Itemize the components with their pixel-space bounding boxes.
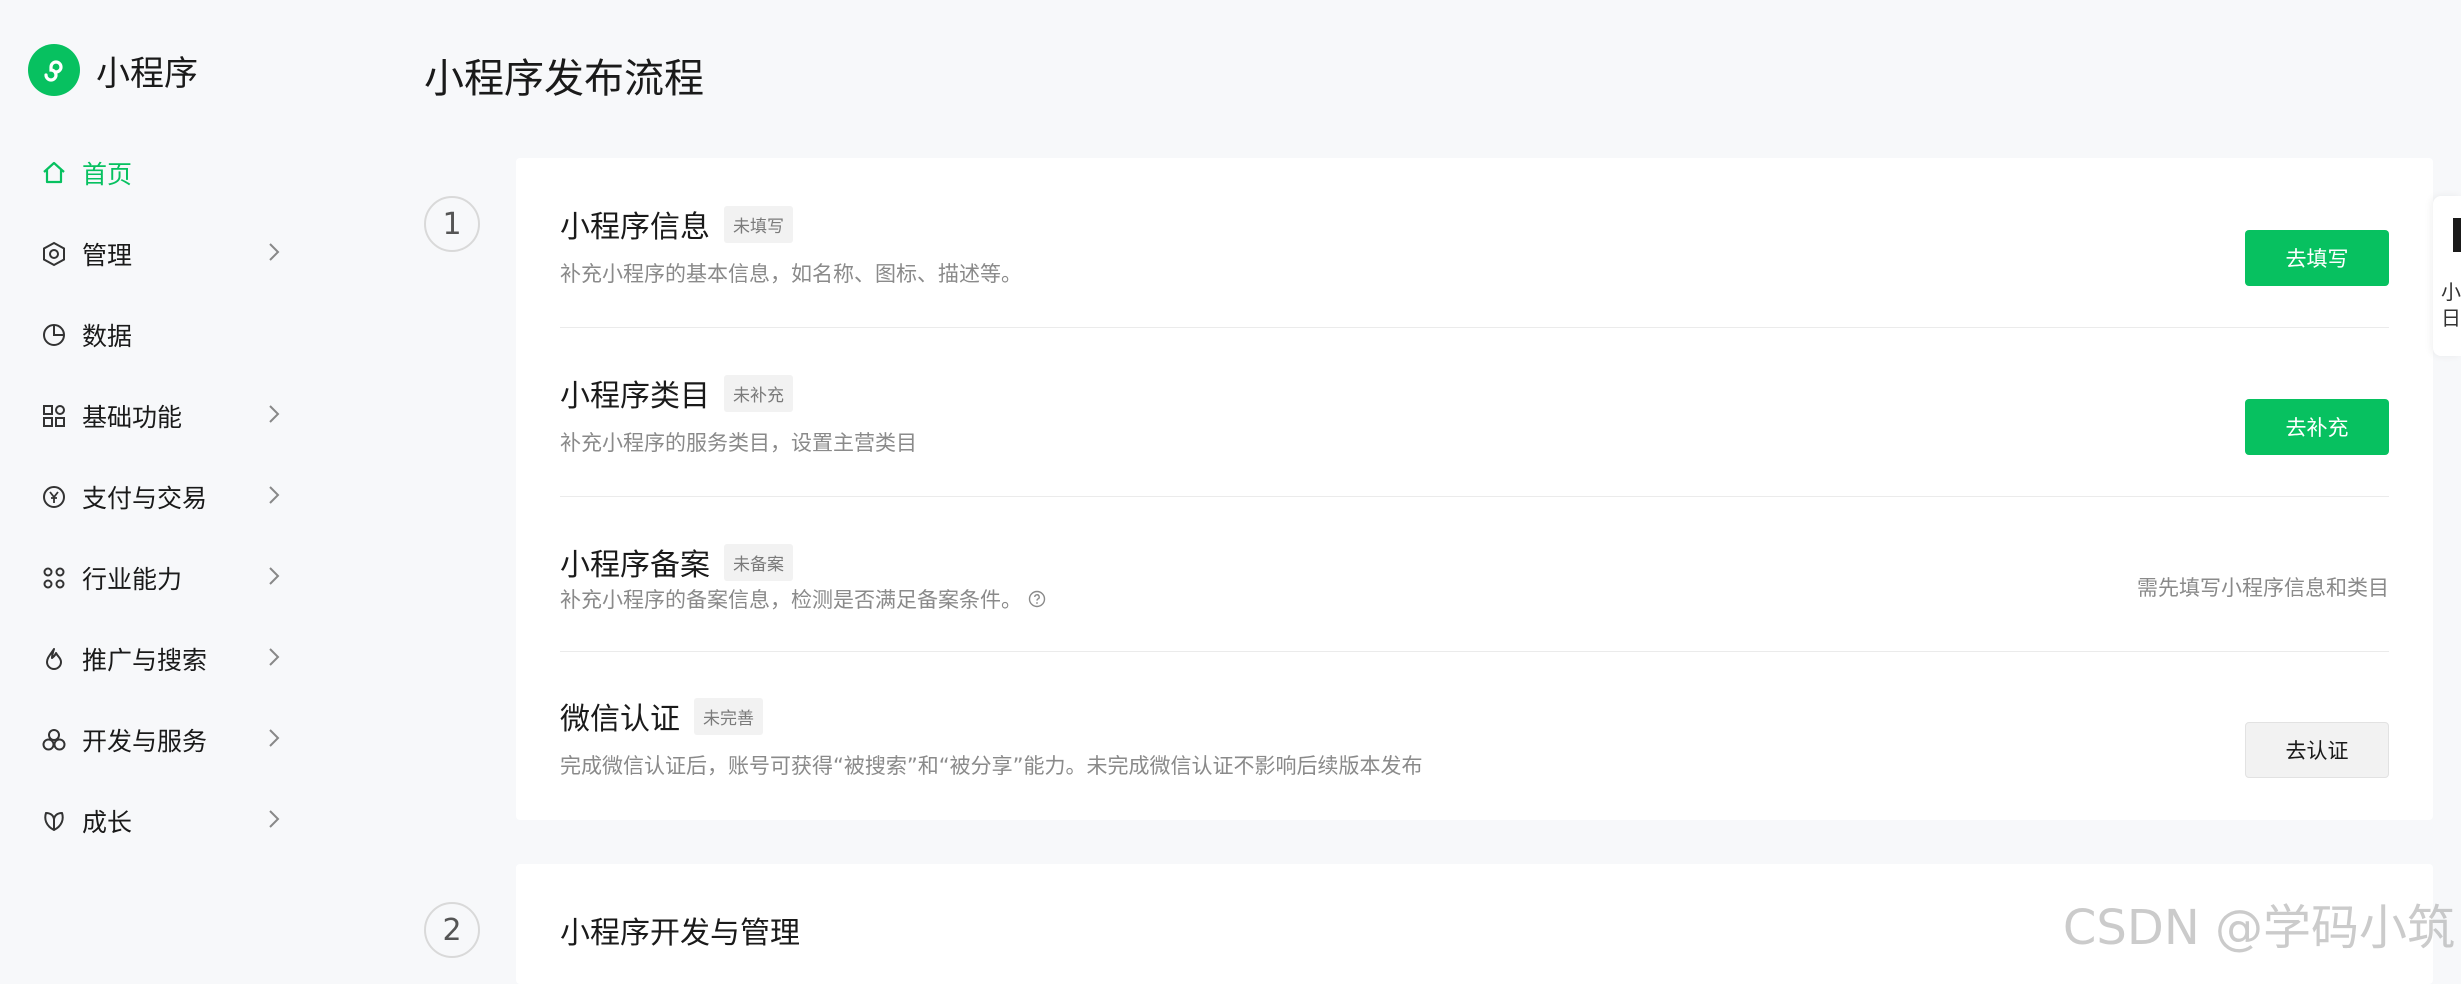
step-row-filing: 小程序备案 未备案 补充小程序的备案信息，检测是否满足备案条件。 需先填写小程序… xyxy=(560,540,2389,630)
sidebar-item-data[interactable]: 数据 xyxy=(0,294,330,375)
sidebar-item-payment[interactable]: 支付与交易 xyxy=(0,456,330,537)
sidebar-item-label: 行业能力 xyxy=(82,564,183,594)
step-row-category: 小程序类目 未补充 补充小程序的服务类目，设置主营类目 去补充 xyxy=(560,371,2389,461)
divider xyxy=(560,651,2389,652)
chevron-right-icon xyxy=(269,243,280,261)
pie-chart-icon xyxy=(40,321,68,349)
row-description: 补充小程序的备案信息，检测是否满足备案条件。 xyxy=(560,588,1022,612)
step-row-info: 小程序信息 未填写 补充小程序的基本信息，如名称、图标、描述等。 去填写 xyxy=(560,202,2389,292)
side-tab-text: 日 xyxy=(2441,306,2461,330)
row-title: 小程序信息 xyxy=(560,210,710,245)
status-badge: 未填写 xyxy=(724,205,793,243)
chevron-right-icon xyxy=(269,810,280,828)
brand[interactable]: 小程序 xyxy=(28,44,198,96)
status-badge: 未备案 xyxy=(724,543,793,581)
sidebar-item-manage[interactable]: 管理 xyxy=(0,213,330,294)
sidebar-item-label: 成长 xyxy=(82,807,133,837)
step-number: 1 xyxy=(424,196,480,252)
row-title: 小程序类目 xyxy=(560,379,710,414)
chevron-right-icon xyxy=(269,648,280,666)
sidebar-item-growth[interactable]: 成长 xyxy=(0,780,330,861)
row-title: 小程序开发与管理 xyxy=(560,916,800,951)
chevron-right-icon xyxy=(269,486,280,504)
row-title-wrap: 微信认证 未完善 xyxy=(560,694,763,738)
nodes-icon xyxy=(40,564,68,592)
side-tab-text: 小 xyxy=(2441,280,2461,304)
floating-side-tab[interactable]: 小 日 xyxy=(2433,196,2461,356)
grid-icon xyxy=(40,402,68,430)
divider xyxy=(560,496,2389,497)
row-title-wrap: 小程序备案 未备案 xyxy=(560,540,793,584)
sidebar-item-label: 开发与服务 xyxy=(82,726,208,756)
step-card: 小程序信息 未填写 补充小程序的基本信息，如名称、图标、描述等。 去填写 小程序… xyxy=(516,158,2433,820)
divider xyxy=(560,327,2389,328)
row-description-wrap: 补充小程序的备案信息，检测是否满足备案条件。 xyxy=(560,584,1046,614)
sidebar-item-industry[interactable]: 行业能力 xyxy=(0,537,330,618)
sidebar-item-label: 推广与搜索 xyxy=(82,645,208,675)
sidebar-item-home[interactable]: 首页 xyxy=(0,132,330,213)
page-title: 小程序发布流程 xyxy=(424,56,704,102)
side-tab-mark xyxy=(2453,218,2461,252)
row-description: 完成微信认证后，账号可获得“被搜索”和“被分享”能力。未完成微信认证不影响后续版… xyxy=(560,754,1423,778)
status-badge: 未补充 xyxy=(724,374,793,412)
sidebar-item-label: 管理 xyxy=(82,240,133,270)
sidebar-item-promotion[interactable]: 推广与搜索 xyxy=(0,618,330,699)
help-circle-icon[interactable] xyxy=(1028,590,1046,608)
status-badge: 未完善 xyxy=(694,697,763,735)
step-number: 2 xyxy=(424,902,480,958)
row-title-wrap: 小程序类目 未补充 xyxy=(560,371,793,415)
row-title: 小程序备案 xyxy=(560,548,710,583)
home-icon xyxy=(40,159,68,187)
brand-name: 小程序 xyxy=(96,53,198,94)
hexagon-gear-icon xyxy=(40,240,68,268)
verify-button[interactable]: 去认证 xyxy=(2245,722,2389,778)
row-description: 补充小程序的服务类目，设置主营类目 xyxy=(560,431,917,455)
sidebar: 小程序 首页 管理 数据 基础功能 支付与交易 行业能力 推广与搜索 开发与服务… xyxy=(0,0,330,959)
row-description: 补充小程序的基本信息，如名称、图标、描述等。 xyxy=(560,262,1022,286)
sidebar-item-label: 数据 xyxy=(82,321,133,351)
cubes-icon xyxy=(40,726,68,754)
chevron-right-icon xyxy=(269,405,280,423)
requirement-hint: 需先填写小程序信息和类目 xyxy=(2137,576,2389,600)
sidebar-item-dev-services[interactable]: 开发与服务 xyxy=(0,699,330,780)
miniprogram-logo-icon xyxy=(28,44,80,96)
sidebar-item-label: 基础功能 xyxy=(82,402,183,432)
add-category-button[interactable]: 去补充 xyxy=(2245,399,2389,455)
sidebar-item-label: 首页 xyxy=(82,159,133,189)
row-title: 微信认证 xyxy=(560,702,680,737)
step-row-verification: 微信认证 未完善 完成微信认证后，账号可获得“被搜索”和“被分享”能力。未完成微… xyxy=(560,694,2389,784)
fill-info-button[interactable]: 去填写 xyxy=(2245,230,2389,286)
chevron-right-icon xyxy=(269,567,280,585)
chevron-right-icon xyxy=(269,729,280,747)
sidebar-nav: 首页 管理 数据 基础功能 支付与交易 行业能力 推广与搜索 开发与服务 成长 xyxy=(0,132,330,861)
row-title-wrap: 小程序信息 未填写 xyxy=(560,202,793,246)
flame-icon xyxy=(40,645,68,673)
sidebar-item-label: 支付与交易 xyxy=(82,483,208,513)
watermark: CSDN @学码小筑 xyxy=(2062,900,2455,956)
leaf-icon xyxy=(40,807,68,835)
sidebar-item-basic-features[interactable]: 基础功能 xyxy=(0,375,330,456)
yuan-icon xyxy=(40,483,68,511)
